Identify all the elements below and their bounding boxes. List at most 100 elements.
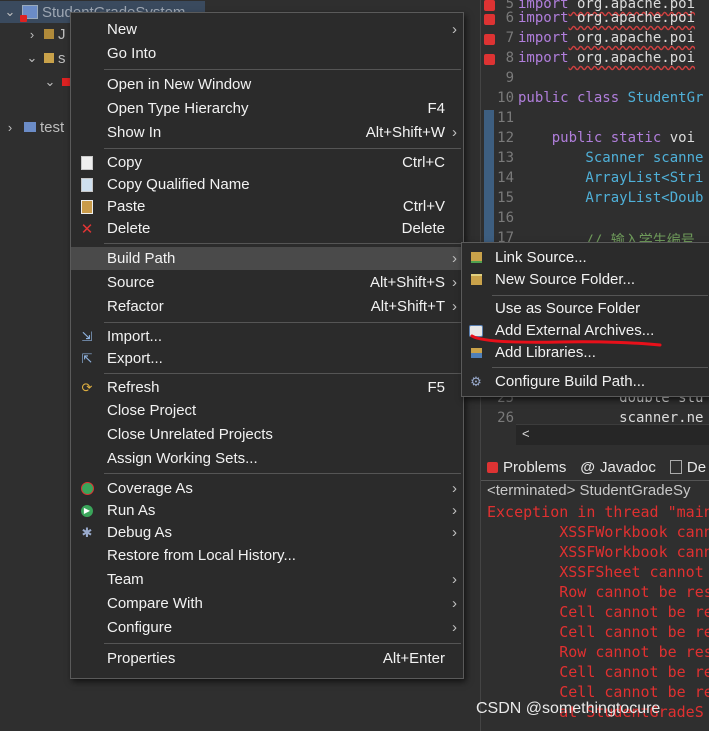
menu-item-go-into[interactable]: Go Into: [71, 42, 463, 65]
chevron-right-icon[interactable]: ›: [4, 120, 16, 135]
tab-javadoc[interactable]: @ Javadoc: [580, 459, 656, 476]
menu-separator: [104, 322, 461, 323]
tree-item-package[interactable]: ⌄: [0, 71, 74, 93]
tab-declaration[interactable]: De: [669, 458, 707, 476]
editor-horizontal-scrollbar[interactable]: <: [516, 424, 709, 445]
menu-shortcut: Alt+Enter: [382, 650, 445, 667]
link-source-icon: [468, 250, 484, 266]
menu-label: Close Project: [107, 402, 197, 419]
submenu-item-link-source[interactable]: Link Source...: [462, 246, 709, 269]
menu-label: Open Type Hierarchy: [107, 100, 249, 117]
menu-separator: [492, 367, 708, 368]
menu-separator: [492, 295, 708, 296]
submenu-item-add-external-archives[interactable]: Add External Archives...: [462, 319, 709, 342]
new-folder-icon: [468, 272, 484, 288]
code-rest: ArrayList<Doub: [518, 190, 704, 206]
menu-label: Import...: [107, 328, 163, 345]
tab-label: De: [686, 458, 707, 476]
chevron-right-icon: ›: [452, 619, 457, 636]
tree-item-test[interactable]: › test: [0, 116, 64, 138]
menu-separator: [104, 243, 461, 244]
chevron-right-icon: ›: [452, 298, 457, 315]
menu-item-close-project[interactable]: Close Project: [71, 399, 463, 422]
java-project-icon: [24, 122, 36, 132]
menu-label: Debug As: [107, 524, 173, 541]
chevron-right-icon[interactable]: ›: [26, 27, 38, 42]
menu-label: Copy Qualified Name: [107, 176, 250, 193]
menu-item-properties[interactable]: Properties Alt+Enter: [71, 647, 463, 670]
menu-item-paste[interactable]: Paste Ctrl+V: [71, 195, 463, 218]
code-text: import org.apache.poi: [518, 30, 695, 46]
console-line: Cell cannot be re: [487, 663, 709, 681]
menu-item-restore-history[interactable]: Restore from Local History...: [71, 544, 463, 567]
menu-item-source[interactable]: Source Alt+Shift+S ›: [71, 271, 463, 294]
error-marker-icon[interactable]: [484, 14, 495, 25]
menu-item-copy[interactable]: Copy Ctrl+C: [71, 151, 463, 174]
menu-item-team[interactable]: Team ›: [71, 568, 463, 591]
menu-label: Coverage As: [107, 480, 193, 497]
tab-problems[interactable]: Problems: [487, 459, 566, 476]
tree-item-src[interactable]: ⌄ s: [0, 47, 66, 69]
scroll-left-icon[interactable]: <: [522, 426, 530, 441]
submenu-item-add-libraries[interactable]: Add Libraries...: [462, 341, 709, 364]
menu-item-export[interactable]: ⇱ Export...: [71, 347, 463, 370]
menu-item-show-in[interactable]: Show In Alt+Shift+W ›: [71, 121, 463, 144]
menu-item-open-new-window[interactable]: Open in New Window: [71, 73, 463, 96]
error-marker-icon[interactable]: [484, 54, 495, 65]
chevron-right-icon: ›: [452, 21, 457, 38]
view-tab-bar: Problems @ Javadoc De: [481, 454, 709, 481]
menu-item-configure[interactable]: Configure ›: [71, 616, 463, 639]
code-keyword: public class: [518, 90, 620, 106]
configure-icon: ⚙: [470, 373, 482, 389]
menu-item-new[interactable]: New ›: [71, 18, 463, 41]
coverage-icon: [79, 481, 95, 497]
code-text: import org.apache.poi: [518, 10, 695, 26]
tree-item-jre[interactable]: › J: [0, 23, 66, 45]
menu-label: Export...: [107, 350, 163, 367]
menu-item-assign-working-sets[interactable]: Assign Working Sets...: [71, 447, 463, 470]
menu-item-copy-qualified-name[interactable]: Copy Qualified Name: [71, 173, 463, 196]
code-rest: org.apache.poi: [568, 10, 696, 26]
libraries-icon: [468, 345, 484, 361]
submenu-item-use-as-source[interactable]: Use as Source Folder: [462, 297, 709, 320]
chevron-down-icon[interactable]: ⌄: [44, 74, 56, 90]
menu-item-build-path[interactable]: Build Path ›: [71, 247, 463, 270]
menu-label: Close Unrelated Projects: [107, 426, 273, 443]
menu-item-open-type-hierarchy[interactable]: Open Type Hierarchy F4: [71, 97, 463, 120]
line-number: 11: [497, 110, 514, 126]
console-line: Cell cannot be re: [487, 603, 709, 621]
menu-item-coverage-as[interactable]: Coverage As ›: [71, 477, 463, 500]
menu-shortcut: Alt+Shift+W: [365, 124, 445, 141]
menu-item-run-as[interactable]: ▶ Run As ›: [71, 499, 463, 522]
import-icon: ⇲: [81, 328, 93, 344]
menu-item-refresh[interactable]: ⟳ Refresh F5: [71, 376, 463, 399]
menu-label: Source: [107, 274, 155, 291]
line-number: 26: [497, 410, 514, 426]
line-number: 12: [497, 130, 514, 146]
console-line: XSSFWorkbook cann: [487, 543, 709, 561]
error-marker-icon[interactable]: [484, 34, 495, 45]
submenu-item-configure-build-path[interactable]: ⚙ Configure Build Path...: [462, 370, 709, 393]
menu-item-close-unrelated[interactable]: Close Unrelated Projects: [71, 423, 463, 446]
menu-label: Refactor: [107, 298, 164, 315]
menu-item-delete[interactable]: ✕ Delete Delete: [71, 217, 463, 240]
menu-item-import[interactable]: ⇲ Import...: [71, 325, 463, 348]
chevron-right-icon: ›: [452, 524, 457, 541]
console-status: <terminated> StudentGradeSy: [487, 482, 691, 499]
menu-item-compare-with[interactable]: Compare With ›: [71, 592, 463, 615]
menu-label: Configure: [107, 619, 173, 636]
code-text: ArrayList<Doub: [518, 190, 703, 206]
chevron-down-icon[interactable]: ⌄: [26, 50, 38, 66]
folder-icon: [44, 53, 54, 63]
menu-item-refactor[interactable]: Refactor Alt+Shift+T ›: [71, 295, 463, 318]
chevron-down-icon[interactable]: ⌄: [4, 4, 16, 20]
copy-qualified-icon: [79, 177, 95, 193]
menu-label: Show In: [107, 124, 162, 141]
chevron-right-icon: ›: [452, 595, 457, 612]
menu-item-debug-as[interactable]: ✱ Debug As ›: [71, 521, 463, 544]
menu-separator: [104, 373, 461, 374]
menu-shortcut: F5: [427, 379, 445, 396]
code-rest: org.apache.poi: [568, 50, 696, 66]
submenu-item-new-source-folder[interactable]: New Source Folder...: [462, 268, 709, 291]
console-line: Row cannot be res: [487, 583, 709, 601]
